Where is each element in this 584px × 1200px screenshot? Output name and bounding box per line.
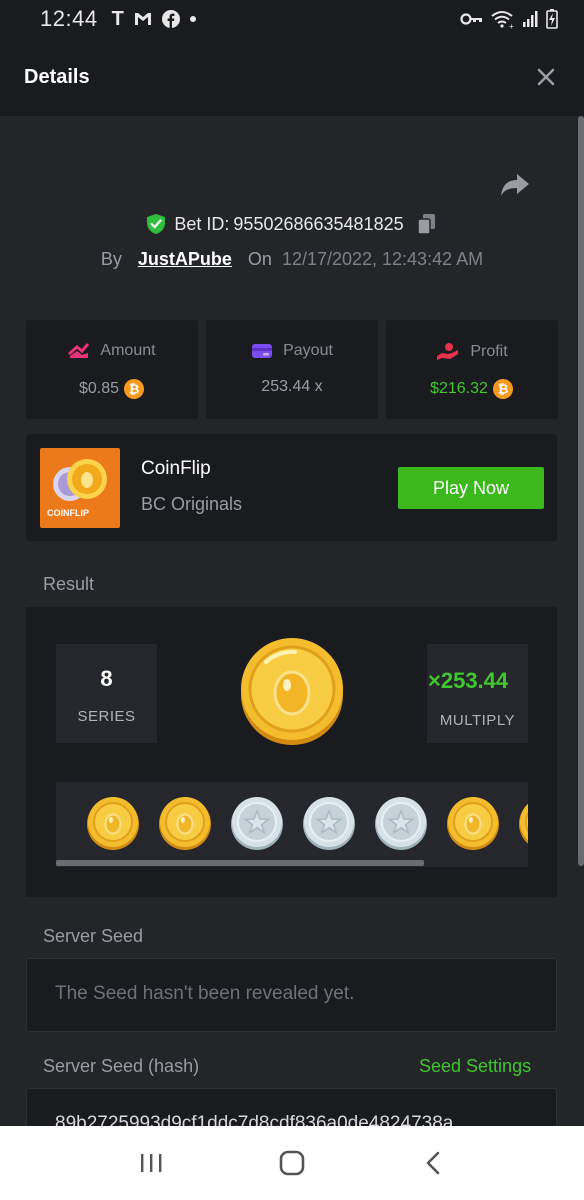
svg-text:₿: ₿ (498, 382, 509, 397)
svg-text:+: + (509, 22, 514, 29)
silver-coin-icon (231, 797, 283, 850)
bitcoin-coin-icon: ₿ (124, 379, 145, 399)
stat-amount-value: $0.85 (78, 380, 120, 397)
svg-text:₿: ₿ (129, 382, 140, 397)
multiply-label: MULTIPLY (439, 712, 516, 729)
game-card: COINFLIP CoinFlip BC Originals Play Now (26, 434, 557, 541)
stat-payout-label: Payout (283, 342, 333, 359)
home-icon (279, 1150, 305, 1176)
game-thumb-text: COINFLIP (47, 508, 89, 518)
page-title: Details (24, 65, 90, 88)
close-icon (537, 68, 555, 86)
bet-author-row: By JustAPube On 12/17/2022, 12:43:42 AM (0, 244, 584, 274)
profit-icon (437, 343, 459, 360)
stat-profit-value: $216.32 (430, 380, 488, 397)
wifi-icon: + (491, 11, 514, 29)
bet-id-label: Bet ID: (174, 213, 230, 234)
stat-profit-value-row: $216.32 ₿ (386, 378, 558, 400)
stat-payout-value-row: 253.44 x (206, 378, 378, 396)
status-bar: 12:44 T + (0, 0, 584, 38)
home-button[interactable] (272, 1143, 312, 1183)
stat-profit: Profit $216.32 ₿ (386, 320, 558, 419)
result-panel: 8 SERIES ×253.44 MULTIPLY (26, 607, 557, 897)
silver-coin-icon (375, 797, 427, 850)
server-seed-hash-label: Server Seed (hash) (43, 1056, 200, 1076)
multiply-box: ×253.44 MULTIPLY (427, 644, 528, 743)
stat-profit-label: Profit (470, 343, 508, 360)
system-nav-bar (0, 1126, 584, 1200)
series-label: SERIES (77, 708, 136, 725)
series-box: 8 SERIES (56, 644, 157, 743)
stat-payout-label-row: Payout (206, 342, 378, 360)
vpn-key-icon (460, 13, 482, 25)
system-icons: + (460, 9, 558, 29)
server-seed-value: The Seed hasn't been revealed yet. (55, 983, 355, 1004)
t-icon: T (111, 7, 124, 30)
wallet-icon (252, 344, 273, 358)
gold-coin-icon (87, 797, 139, 850)
gmail-icon (134, 13, 151, 25)
result-coin-icon (241, 638, 343, 745)
by-label: By (100, 248, 122, 269)
facebook-icon (161, 10, 180, 28)
gold-coin-icon (159, 797, 211, 850)
stat-payout-value: 253.44 x (261, 378, 323, 395)
server-seed-label: Server Seed (43, 926, 144, 946)
bet-id-value: 95502686635481825 (233, 213, 404, 234)
signal-icon (523, 11, 538, 27)
battery-icon (546, 9, 558, 29)
coin-history-strip[interactable] (56, 782, 528, 867)
stat-amount-label-row: Amount (26, 342, 198, 360)
silver-coin-icon (303, 797, 355, 850)
gold-coin-icon (447, 797, 499, 850)
result-label: Result (43, 574, 95, 594)
seed-settings-link[interactable]: Seed Settings (419, 1056, 531, 1077)
share-icon[interactable] (500, 172, 530, 198)
verified-shield-icon (147, 214, 166, 234)
back-icon (427, 1151, 440, 1175)
recents-icon (140, 1154, 162, 1172)
server-seed-field: The Seed hasn't been revealed yet. (26, 958, 557, 1032)
stat-amount-value-row: $0.85 ₿ (26, 378, 198, 400)
stat-payout: Payout 253.44 x (206, 320, 378, 419)
notification-icons: T (112, 8, 197, 31)
amount-icon (68, 343, 90, 358)
game-provider: BC Originals (141, 494, 243, 514)
coin-strip-scrollbar[interactable] (56, 860, 424, 866)
on-label: On (247, 248, 272, 269)
recents-button[interactable] (131, 1143, 171, 1183)
bet-date: 12/17/2022, 12:43:42 AM (281, 248, 484, 269)
series-value: 8 (100, 666, 113, 691)
bitcoin-coin-icon: ₿ (492, 379, 513, 399)
game-thumbnail[interactable]: COINFLIP (40, 448, 120, 528)
multiply-value: ×253.44 (428, 668, 509, 693)
stat-amount-label: Amount (100, 342, 156, 359)
close-button[interactable] (532, 63, 560, 91)
gold-coin-icon (519, 803, 528, 844)
back-button[interactable] (413, 1143, 453, 1183)
status-time: 12:44 (40, 6, 98, 31)
stat-profit-label-row: Profit (386, 342, 558, 362)
username-link[interactable]: JustAPube (138, 249, 232, 270)
game-name: CoinFlip (141, 458, 211, 479)
play-now-button[interactable]: Play Now (398, 467, 544, 509)
details-header: Details (0, 38, 584, 116)
copy-icon[interactable] (416, 212, 438, 236)
bet-id-row: Bet ID: 95502686635481825 (0, 208, 584, 240)
stat-amount: Amount $0.85 ₿ (26, 320, 198, 419)
dot-icon (189, 16, 196, 22)
